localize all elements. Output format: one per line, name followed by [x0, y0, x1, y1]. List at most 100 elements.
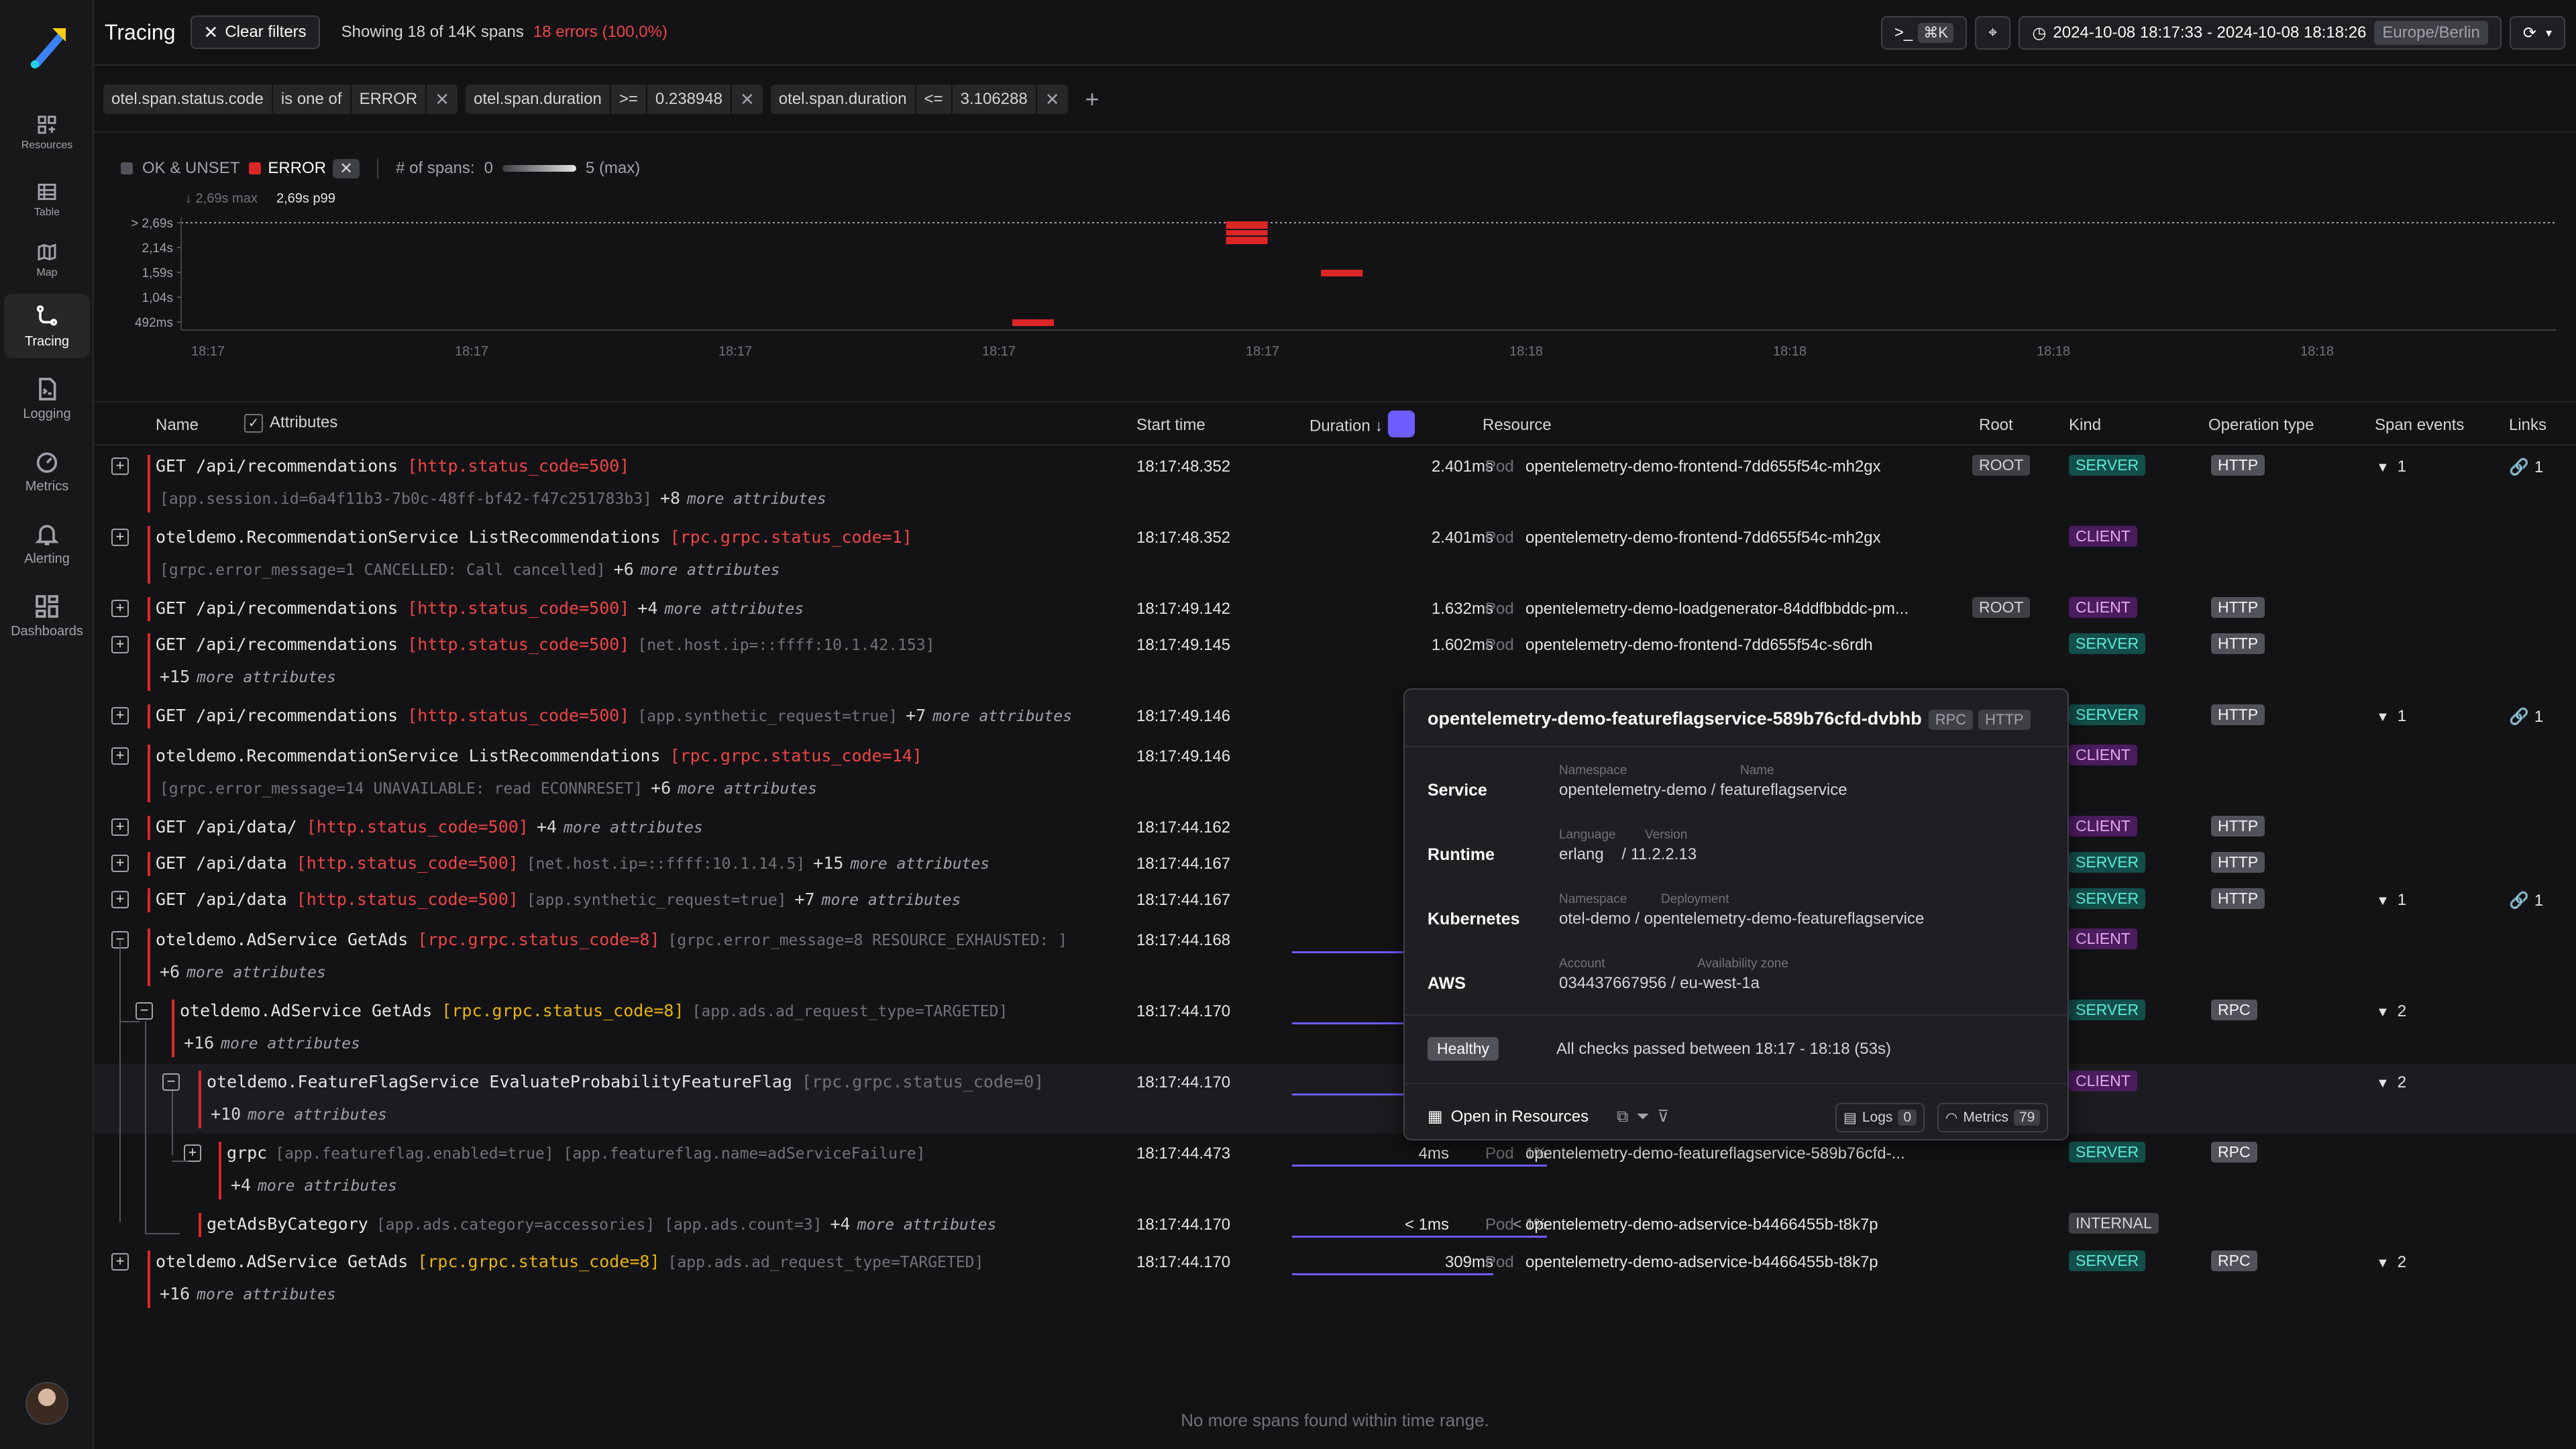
- table-row[interactable]: + GET /api/recommendations [http.status_co…: [94, 627, 2576, 696]
- table-row[interactable]: + GET /api/data [http.status_code=500] [net…: [94, 845, 2576, 881]
- span-name[interactable]: GET /api/data/: [156, 817, 297, 837]
- filter-operator[interactable]: <=: [916, 85, 953, 114]
- metrics-button[interactable]: ◠ Metrics 79: [1937, 1103, 2049, 1132]
- more-attributes-link[interactable]: more attributes: [248, 1106, 387, 1124]
- heatmap-plot[interactable]: ↓ 2,69s max 2,69s p99 > 2,69s 2,14s 1,59s 1,0…: [94, 188, 2576, 402]
- span-name[interactable]: GET /api/recommendations: [156, 706, 398, 725]
- legend-ok[interactable]: OK & UNSET: [142, 159, 239, 178]
- col-operation[interactable]: Operation type: [2208, 416, 2314, 435]
- span-events[interactable]: ▼ 1: [2376, 707, 2406, 726]
- more-count[interactable]: +16: [160, 1284, 190, 1303]
- resource-link[interactable]: opentelemetry-demo-frontend-7dd655f54c-m…: [1525, 458, 1881, 476]
- expand-icon[interactable]: +: [111, 529, 129, 546]
- more-count[interactable]: +8: [660, 488, 680, 508]
- span-links[interactable]: 🔗 1: [2509, 707, 2543, 727]
- span-events[interactable]: ▼ 1: [2376, 458, 2406, 476]
- col-kind[interactable]: Kind: [2069, 416, 2101, 435]
- filter-out-icon[interactable]: ⊽: [1657, 1107, 1669, 1126]
- more-count[interactable]: +6: [160, 962, 180, 981]
- span-name[interactable]: GET /api/recommendations: [156, 598, 398, 618]
- table-row[interactable]: + oteldemo.RecommendationService ListReco…: [94, 738, 2576, 808]
- heatmap-cell[interactable]: [1012, 319, 1054, 326]
- table-row[interactable]: − oteldemo.FeatureFlagService EvaluatePro…: [94, 1064, 2576, 1134]
- more-attributes-link[interactable]: more attributes: [932, 708, 1072, 725]
- more-attributes-link[interactable]: more attributes: [564, 819, 703, 837]
- more-attributes-link[interactable]: more attributes: [221, 1035, 360, 1053]
- more-count[interactable]: +16: [184, 1033, 214, 1053]
- more-attributes-link[interactable]: more attributes: [822, 892, 961, 909]
- resource-link[interactable]: opentelemetry-demo-frontend-7dd655f54c-s…: [1525, 636, 1873, 655]
- expand-icon[interactable]: +: [111, 707, 129, 724]
- span-name[interactable]: GET /api/data: [156, 890, 287, 909]
- col-duration[interactable]: Duration ↓: [1309, 411, 1415, 437]
- table-row[interactable]: getAdsByCategory [app.ads.category=access…: [94, 1206, 2576, 1242]
- collapse-icon[interactable]: −: [162, 1073, 180, 1091]
- span-name[interactable]: oteldemo.AdService GetAds: [156, 930, 408, 949]
- table-row[interactable]: + GET /api/recommendations [http.status_co…: [94, 698, 2576, 734]
- more-attributes-link[interactable]: more attributes: [857, 1216, 997, 1234]
- filter-chip[interactable]: otel.span.duration >= 0.238948 ✕: [466, 85, 763, 114]
- table-row[interactable]: − oteldemo.AdService GetAds [rpc.grpc.stat…: [94, 922, 2576, 991]
- span-name[interactable]: GET /api/recommendations: [156, 456, 398, 476]
- sidebar-item-alerting[interactable]: Alerting: [4, 511, 90, 576]
- table-row[interactable]: + GET /api/recommendations [http.status_co…: [94, 448, 2576, 518]
- expand-icon[interactable]: +: [111, 891, 129, 908]
- close-icon[interactable]: ✕: [333, 158, 360, 178]
- span-links[interactable]: 🔗 1: [2509, 458, 2543, 477]
- more-count[interactable]: +7: [906, 706, 926, 725]
- sidebar-item-table[interactable]: Table: [4, 168, 90, 232]
- more-attributes-link[interactable]: more attributes: [664, 600, 804, 618]
- span-name[interactable]: getAdsByCategory: [207, 1214, 368, 1234]
- span-name[interactable]: oteldemo.RecommendationService ListRecom…: [156, 746, 661, 765]
- expand-icon[interactable]: +: [111, 855, 129, 872]
- more-count[interactable]: +4: [637, 598, 657, 618]
- more-count[interactable]: +6: [614, 559, 634, 579]
- filter-operator[interactable]: is one of: [273, 85, 352, 114]
- span-events[interactable]: ▼ 2: [2376, 1002, 2406, 1021]
- more-count[interactable]: +10: [211, 1104, 241, 1124]
- span-events[interactable]: ▼ 2: [2376, 1253, 2406, 1272]
- table-row[interactable]: + GET /api/data/ [http.status_code=500] +4 m…: [94, 809, 2576, 845]
- open-in-resources-link[interactable]: Open in Resources: [1451, 1108, 1589, 1126]
- expand-icon[interactable]: +: [184, 1144, 201, 1162]
- col-attributes[interactable]: ✓ Attributes: [244, 413, 337, 433]
- filter-value[interactable]: 0.238948: [647, 85, 732, 114]
- remove-filter-icon[interactable]: ✕: [732, 85, 763, 114]
- app-logo-icon[interactable]: [20, 20, 74, 74]
- time-range-button[interactable]: ◷ 2024-10-08 18:17:33 - 2024-10-08 18:18:…: [2019, 16, 2502, 50]
- more-attributes-link[interactable]: more attributes: [197, 669, 336, 686]
- add-filter-icon[interactable]: +: [1085, 85, 1099, 113]
- col-links[interactable]: Links: [2509, 416, 2546, 435]
- span-events[interactable]: ▼ 2: [2376, 1073, 2406, 1092]
- filter-chip[interactable]: otel.span.duration <= 3.106288 ✕: [770, 85, 1068, 114]
- remove-filter-icon[interactable]: ✕: [427, 85, 458, 114]
- clear-filters-button[interactable]: ✕ Clear filters: [190, 15, 320, 49]
- table-row[interactable]: + GET /api/data [http.status_code=500] [app…: [94, 881, 2576, 918]
- col-resource[interactable]: Resource: [1483, 416, 1552, 435]
- expand-icon[interactable]: +: [111, 600, 129, 617]
- resource-link[interactable]: opentelemetry-demo-adservice-b4466455b-t…: [1525, 1253, 1878, 1272]
- span-name[interactable]: grpc: [227, 1143, 267, 1163]
- more-count[interactable]: +7: [795, 890, 815, 909]
- more-count[interactable]: +6: [651, 778, 671, 798]
- more-attributes-link[interactable]: more attributes: [678, 780, 817, 798]
- table-row[interactable]: + oteldemo.RecommendationService ListReco…: [94, 519, 2576, 589]
- more-count[interactable]: +4: [231, 1175, 251, 1195]
- sidebar-item-logging[interactable]: Logging: [4, 366, 90, 431]
- expand-icon[interactable]: +: [111, 458, 129, 475]
- more-count[interactable]: +15: [160, 667, 190, 686]
- table-row[interactable]: + grpc [app.featureflag.enabled=true] [app…: [94, 1135, 2576, 1205]
- filter-value[interactable]: ERROR: [352, 85, 427, 114]
- table-row[interactable]: − oteldemo.AdService GetAds [rpc.grpc.stat…: [94, 993, 2576, 1063]
- more-count[interactable]: +15: [813, 853, 843, 873]
- span-name[interactable]: oteldemo.FeatureFlagService EvaluateProb…: [207, 1072, 792, 1091]
- heatmap-cell[interactable]: [1321, 270, 1363, 277]
- checkbox[interactable]: ✓: [244, 413, 263, 433]
- collapse-icon[interactable]: −: [136, 1002, 153, 1020]
- table-row[interactable]: + oteldemo.AdService GetAds [rpc.grpc.stat…: [94, 1244, 2576, 1313]
- resource-link[interactable]: opentelemetry-demo-loadgenerator-84ddfbb…: [1525, 600, 1909, 619]
- col-name[interactable]: Name: [156, 416, 199, 435]
- span-links[interactable]: 🔗 1: [2509, 891, 2543, 910]
- refresh-button[interactable]: ⟳ ▾: [2509, 16, 2565, 50]
- filter-operator[interactable]: >=: [611, 85, 647, 114]
